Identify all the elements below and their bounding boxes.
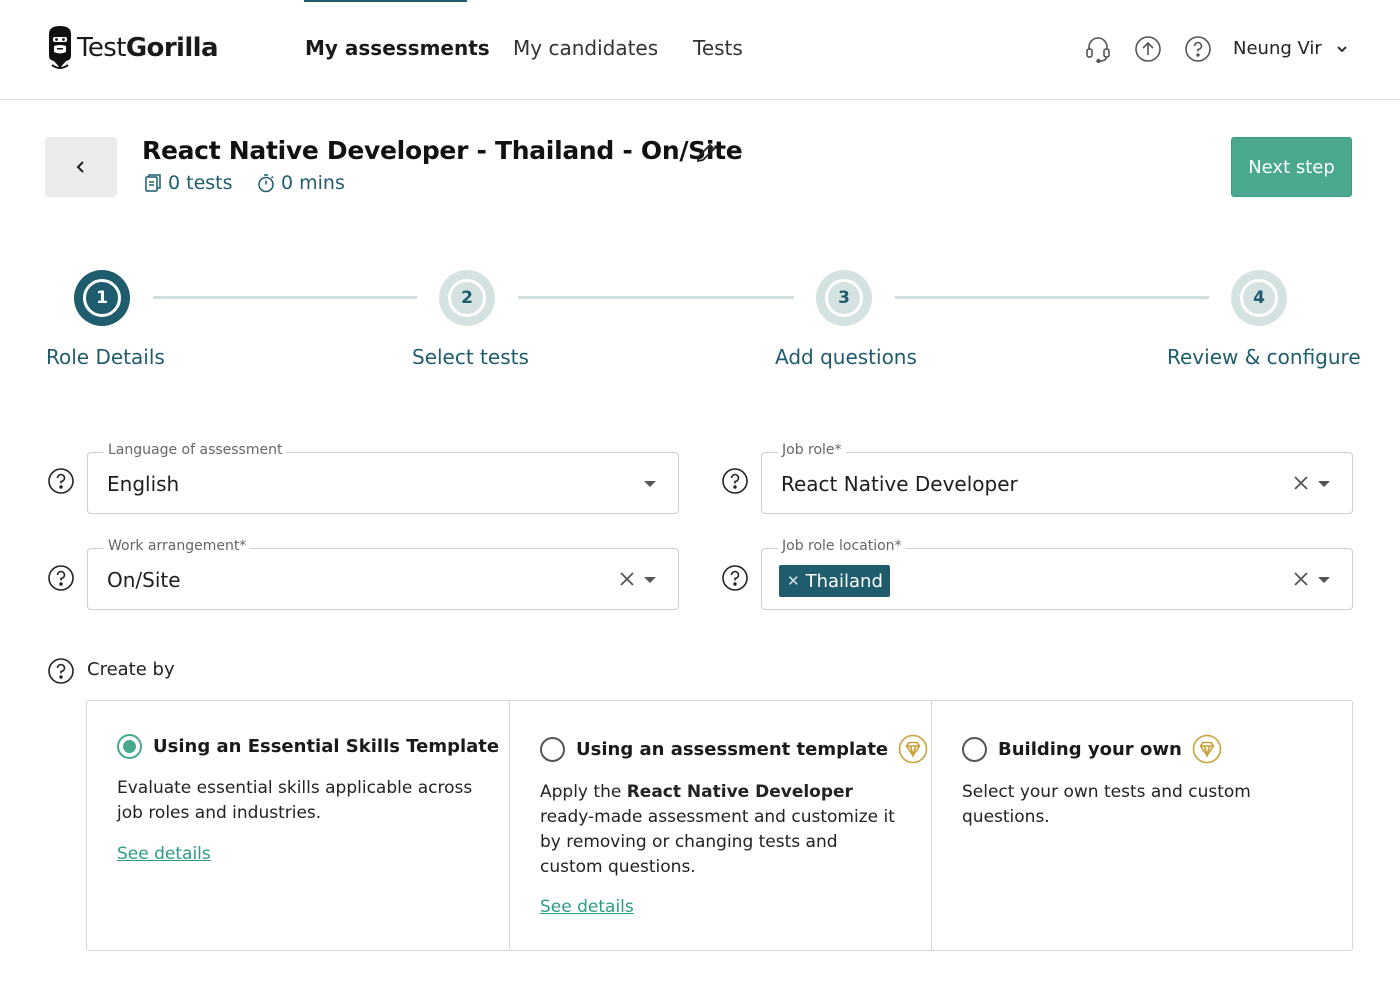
create-by-label: Create by xyxy=(87,659,175,680)
clear-icon[interactable] xyxy=(617,569,637,589)
language-value: English xyxy=(107,472,180,496)
step-1-circle[interactable]: 1 xyxy=(74,270,130,326)
tests-count: 0 tests xyxy=(144,172,233,194)
step-1-number: 1 xyxy=(83,279,121,317)
option-header: Using an Essential Skills Template xyxy=(117,734,499,759)
brand-name: TestGorilla xyxy=(77,33,219,63)
location-chip[interactable]: ✕ Thailand xyxy=(779,565,890,597)
create-by-options: Using an Essential Skills Template Evalu… xyxy=(86,700,1353,951)
gorilla-logo-icon xyxy=(49,26,71,69)
chevron-left-icon xyxy=(76,161,84,173)
pencil-edit-icon[interactable] xyxy=(694,141,718,165)
next-step-button[interactable]: Next step xyxy=(1231,137,1352,197)
create-by-help-icon[interactable] xyxy=(47,657,75,685)
step-connector xyxy=(518,296,794,299)
step-3-circle[interactable]: 3 xyxy=(816,270,872,326)
user-menu-name[interactable]: Neung Vir xyxy=(1233,38,1322,59)
step-connector xyxy=(895,296,1209,299)
language-select[interactable]: Language of assessment English xyxy=(87,442,679,514)
location-chip-label: Thailand xyxy=(805,570,883,592)
chip-remove-icon[interactable]: ✕ xyxy=(787,572,800,590)
radio-unselected[interactable] xyxy=(540,736,565,762)
option-title: Using an assessment template xyxy=(576,738,889,760)
tests-count-text: 0 tests xyxy=(168,172,233,194)
option-title: Building your own xyxy=(998,738,1182,760)
step-4-number: 4 xyxy=(1240,279,1278,317)
caret-down-icon xyxy=(644,481,656,487)
see-details-link[interactable]: See details xyxy=(117,844,211,864)
step-3-number: 3 xyxy=(825,279,863,317)
option-header: Using an assessment template xyxy=(540,734,928,764)
option-build-your-own[interactable]: Building your own Select your own tests … xyxy=(931,701,1352,950)
work-arrangement-value: On/Site xyxy=(107,568,181,592)
premium-diamond-icon xyxy=(1192,734,1222,764)
job-role-label: Job role* xyxy=(778,442,846,458)
testgorilla-logo[interactable]: TestGorilla xyxy=(46,24,219,72)
nav-my-candidates[interactable]: My candidates xyxy=(513,36,658,60)
job-role-help-icon[interactable] xyxy=(721,467,749,495)
step-4-label[interactable]: Review & configure xyxy=(1167,345,1361,369)
work-arrangement-select[interactable]: Work arrangement* On/Site xyxy=(87,538,679,610)
job-role-select[interactable]: Job role* React Native Developer xyxy=(761,442,1353,514)
caret-down-icon xyxy=(644,577,656,583)
nav-my-assessments[interactable]: My assessments xyxy=(305,36,490,60)
option-description: Select your own tests and custom questio… xyxy=(962,782,1251,827)
option-essential-skills-template[interactable]: Using an Essential Skills Template Evalu… xyxy=(87,701,509,950)
step-4-circle[interactable]: 4 xyxy=(1231,270,1287,326)
assessment-title: React Native Developer - Thailand - On/S… xyxy=(142,136,743,165)
option-header: Building your own xyxy=(962,734,1222,764)
option-assessment-template[interactable]: Using an assessment template Apply the R… xyxy=(509,701,931,950)
job-location-label: Job role location* xyxy=(778,538,906,554)
duration: 0 mins xyxy=(257,172,345,194)
see-details-link[interactable]: See details xyxy=(540,897,634,917)
caret-down-icon xyxy=(1318,481,1330,487)
language-help-icon[interactable] xyxy=(47,467,75,495)
document-icon xyxy=(145,174,161,192)
step-1-label[interactable]: Role Details xyxy=(46,345,165,369)
stopwatch-icon xyxy=(258,174,274,193)
top-navbar: TestGorilla My assessments My candidates… xyxy=(0,0,1400,100)
option-title: Using an Essential Skills Template xyxy=(153,736,500,757)
step-2-number: 2 xyxy=(448,279,486,317)
upload-icon[interactable] xyxy=(1134,35,1162,63)
nav-tests[interactable]: Tests xyxy=(693,36,743,60)
location-help-icon[interactable] xyxy=(721,564,749,592)
active-nav-indicator xyxy=(304,0,467,2)
step-3-label[interactable]: Add questions xyxy=(775,345,917,369)
headset-icon[interactable] xyxy=(1084,35,1112,63)
step-connector xyxy=(153,296,417,299)
radio-unselected[interactable] xyxy=(962,736,987,762)
clear-icon[interactable] xyxy=(1291,473,1311,493)
step-2-label[interactable]: Select tests xyxy=(412,345,529,369)
step-2-circle[interactable]: 2 xyxy=(439,270,495,326)
premium-diamond-icon xyxy=(898,734,928,764)
language-label: Language of assessment xyxy=(104,442,287,458)
option-description: Apply the React Native Developer ready-m… xyxy=(540,782,895,877)
help-icon[interactable] xyxy=(1184,35,1212,63)
job-location-select[interactable]: Job role location* ✕ Thailand xyxy=(761,538,1353,610)
option-description: Evaluate essential skills applicable acr… xyxy=(117,778,473,823)
caret-down-icon xyxy=(1318,577,1330,583)
duration-text: 0 mins xyxy=(281,172,345,194)
clear-icon[interactable] xyxy=(1291,569,1311,589)
work-arrangement-help-icon[interactable] xyxy=(47,564,75,592)
work-arrangement-label: Work arrangement* xyxy=(104,538,251,554)
job-role-value: React Native Developer xyxy=(781,472,1018,496)
radio-selected[interactable] xyxy=(117,734,142,759)
chevron-down-icon[interactable] xyxy=(1334,41,1350,57)
back-button[interactable] xyxy=(45,137,117,197)
